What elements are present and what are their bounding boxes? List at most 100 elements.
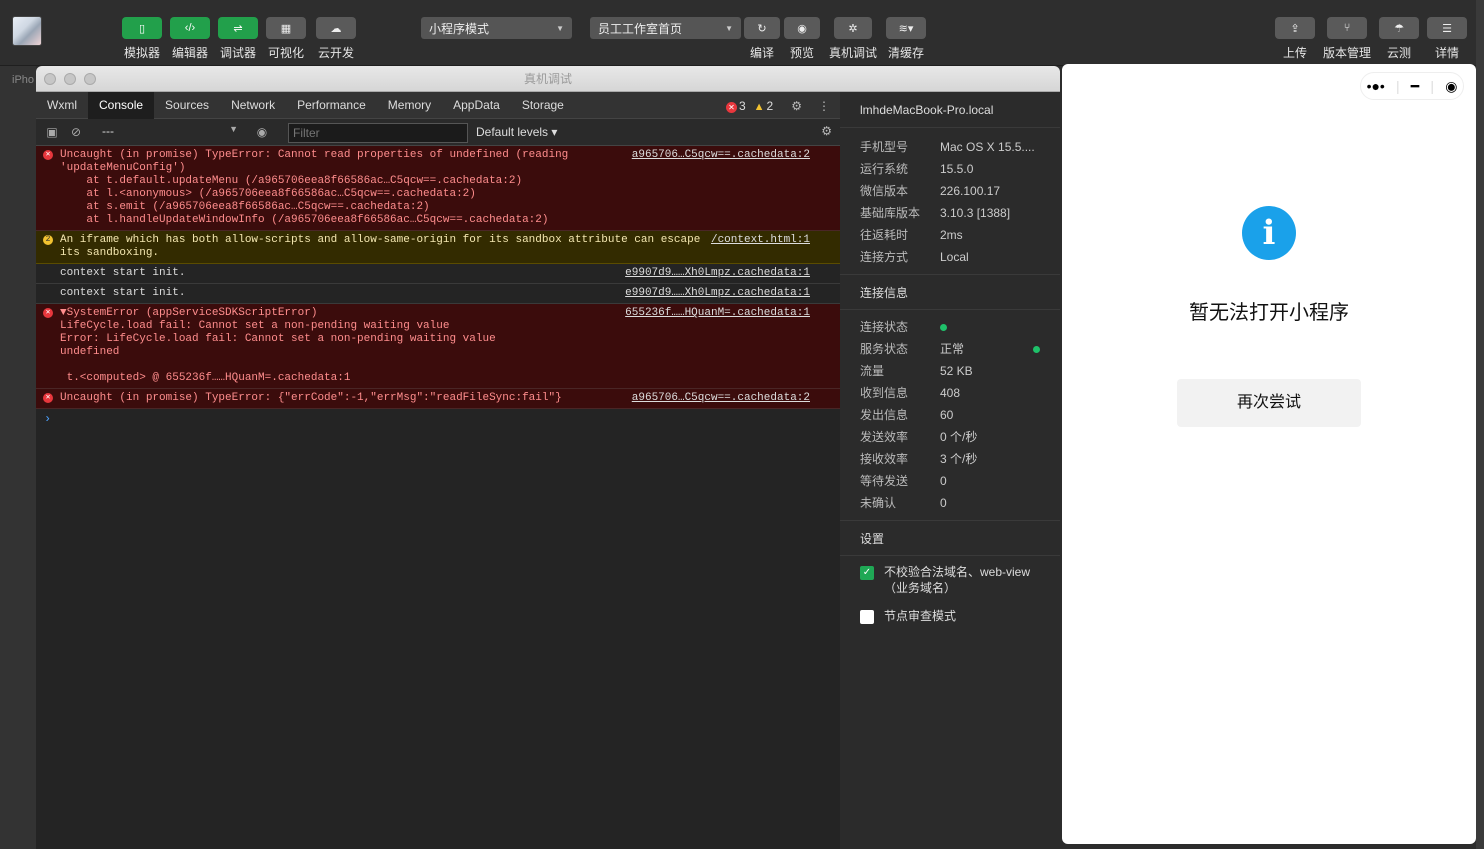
- eye-icon: ◉: [797, 22, 807, 35]
- info-row: 流量 52 KB: [840, 360, 1060, 382]
- entry-text: Uncaught (in promise) TypeError: {"errCo…: [60, 392, 562, 404]
- info-key: 连接方式: [860, 250, 909, 264]
- checkbox-checked[interactable]: ✓: [860, 566, 874, 580]
- mode-select[interactable]: 小程序模式 ▼: [421, 17, 572, 39]
- warning-count: 2: [766, 98, 774, 113]
- source-link[interactable]: e9907d9……Xh0Lmpz.cachedata:1: [625, 267, 810, 280]
- avatar[interactable]: [12, 16, 42, 46]
- info-value: 408: [940, 386, 961, 400]
- preview-button[interactable]: ◉: [784, 17, 820, 39]
- clear-console-icon[interactable]: ⊘: [68, 124, 84, 140]
- page-select[interactable]: 员工工作室首页 ▼: [590, 17, 741, 39]
- remote-debug-button[interactable]: ✲: [834, 17, 872, 39]
- info-value: Local: [940, 250, 969, 264]
- settings-section-title: 设置: [840, 520, 1060, 556]
- info-value: 60: [940, 408, 954, 422]
- mini-program-capsule: •●• | ━ | ◉: [1360, 72, 1464, 100]
- console-settings-icon[interactable]: ⚙: [821, 124, 832, 138]
- upload-icon: ⇪: [1290, 22, 1300, 35]
- source-link[interactable]: e9907d9……Xh0Lmpz.cachedata:1: [625, 287, 810, 300]
- layers-icon: ≋▾: [898, 22, 914, 35]
- main-toolbar: ▯ 模拟器 ‹/› 编辑器 ⇌ 调试器 ▦ 可视化 ☁ 云开发 小程序模式 ▼ 员…: [0, 0, 1484, 66]
- domain-check-option[interactable]: ✓ 不校验合法域名、web-view（业务域名）: [840, 564, 1060, 596]
- capsule-divider: |: [1396, 78, 1400, 94]
- upload-button[interactable]: ⇪: [1275, 17, 1315, 39]
- warning-counter[interactable]: ▲ 2: [754, 99, 774, 113]
- info-key: 基础库版本: [860, 206, 921, 220]
- console-entry: context start init. e9907d9……Xh0Lmpz.cach…: [36, 264, 840, 284]
- source-link[interactable]: 655236f……HQuanM=.cachedata:1: [625, 307, 810, 320]
- entry-text: context start init.: [60, 287, 186, 299]
- info-value: 3.10.3 [1388]: [940, 206, 1011, 220]
- cloud-icon: ☁: [330, 22, 342, 35]
- clear-cache-button[interactable]: ≋▾: [886, 17, 926, 39]
- source-link[interactable]: a965706…C5qcw==.cachedata:2: [632, 392, 810, 405]
- info-row: 基础库版本 3.10.3 [1388]: [840, 202, 1060, 224]
- info-value: [940, 316, 1040, 338]
- window-title: 真机调试: [523, 72, 572, 86]
- info-key: 往返耗时: [860, 228, 909, 242]
- devtools-panel: Wxml Console Sources Network Performance…: [36, 91, 840, 849]
- close-circle-icon[interactable]: ◉: [1445, 78, 1457, 95]
- info-key: 微信版本: [860, 184, 909, 198]
- editor-button[interactable]: ‹/›: [170, 17, 210, 39]
- more-icon[interactable]: •●•: [1367, 78, 1385, 94]
- right-edge-panel: [1476, 66, 1484, 849]
- info-key: 手机型号: [860, 140, 909, 154]
- connection-section-title: 连接信息: [840, 274, 1060, 310]
- chevron-down-icon: ▼: [229, 124, 238, 134]
- info-key: 连接状态: [860, 320, 909, 334]
- tab-storage[interactable]: Storage: [511, 92, 575, 119]
- connected-status-dot: [940, 324, 947, 331]
- node-inspect-option[interactable]: 节点审查模式: [840, 608, 1060, 624]
- details-button[interactable]: ☰: [1427, 17, 1467, 39]
- option-label: 不校验合法域名、web-view（业务域名）: [884, 565, 1031, 595]
- info-value: 0 个/秒: [940, 430, 978, 444]
- tab-console[interactable]: Console: [88, 91, 155, 119]
- debugger-button[interactable]: ⇌: [218, 17, 258, 39]
- more-vertical-icon[interactable]: ⋮: [818, 99, 830, 113]
- tab-wxml[interactable]: Wxml: [36, 92, 88, 119]
- error-counter[interactable]: ✕ 3: [725, 99, 746, 113]
- sidebar-toggle-icon[interactable]: ▣: [44, 124, 60, 140]
- version-button[interactable]: ⑂: [1327, 17, 1367, 39]
- filter-input[interactable]: [288, 123, 468, 143]
- warning-icon: ▲: [753, 100, 765, 113]
- eye-icon[interactable]: ◉: [254, 124, 270, 140]
- info-key: 收到信息: [860, 386, 909, 400]
- context-select[interactable]: --- ▼: [102, 124, 238, 141]
- info-value: 52 KB: [940, 364, 973, 378]
- info-value: 0: [940, 474, 947, 488]
- entry-text: context start init.: [60, 267, 186, 279]
- tab-network[interactable]: Network: [220, 92, 286, 119]
- source-link[interactable]: a965706…C5qcw==.cachedata:2: [632, 149, 810, 162]
- minimize-icon[interactable]: ━: [1411, 78, 1419, 95]
- info-row: 等待发送 0: [840, 470, 1060, 492]
- console-prompt[interactable]: ›: [36, 409, 840, 429]
- checkbox-unchecked[interactable]: [860, 610, 874, 624]
- info-row: 接收效率 3 个/秒: [840, 448, 1060, 470]
- info-key: 流量: [860, 364, 885, 378]
- compile-button[interactable]: ↻: [744, 17, 780, 39]
- layout-icon: ▦: [280, 22, 292, 35]
- info-row: 发出信息 60: [840, 404, 1060, 426]
- clear-cache-label: 清缓存: [887, 46, 924, 60]
- cloud-button[interactable]: ☁: [316, 17, 356, 39]
- gear-icon[interactable]: ⚙: [791, 99, 802, 113]
- cloud-test-button[interactable]: ☂: [1379, 17, 1419, 39]
- retry-button[interactable]: 再次尝试: [1177, 379, 1361, 427]
- tab-appdata[interactable]: AppData: [442, 92, 511, 119]
- simulator-button[interactable]: ▯: [122, 17, 162, 39]
- console-entry: 2 An iframe which has both allow-scripts …: [36, 231, 840, 264]
- tab-performance[interactable]: Performance: [286, 92, 377, 119]
- tab-sources[interactable]: Sources: [154, 92, 220, 119]
- entry-text: ▼SystemError (appServiceSDKScriptError) …: [60, 307, 496, 384]
- source-link[interactable]: /context.html:1: [711, 234, 810, 247]
- remote-debug-window: 真机调试 Wxml Console Sources Network Perfor…: [36, 66, 1060, 849]
- visual-button[interactable]: ▦: [266, 17, 306, 39]
- tab-memory[interactable]: Memory: [377, 92, 442, 119]
- info-key: 发送效率: [860, 430, 909, 444]
- issue-counters: ✕ 3 ▲ 2 ⚙ ⋮: [725, 92, 830, 119]
- error-icon: ✕: [43, 393, 53, 403]
- log-levels-select[interactable]: Default levels ▾: [476, 125, 557, 139]
